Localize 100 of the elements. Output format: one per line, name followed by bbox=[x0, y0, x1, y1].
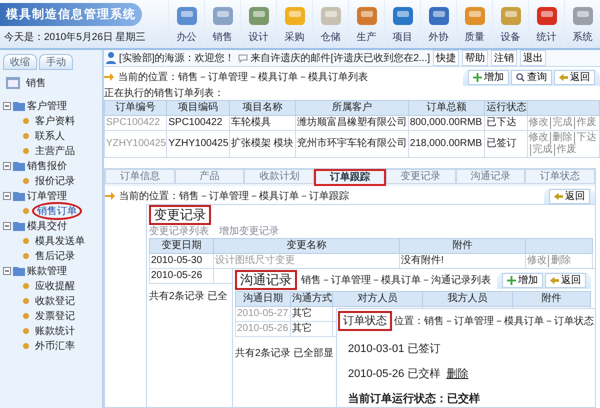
column-header[interactable]: 订单总额 bbox=[408, 100, 485, 116]
tree-item[interactable]: 模具发送单 bbox=[32, 234, 88, 248]
tree-group[interactable]: 账款管理 bbox=[27, 264, 67, 278]
back-button[interactable]: 返回 bbox=[554, 70, 595, 84]
app-icon bbox=[462, 4, 486, 28]
dot-icon bbox=[23, 252, 29, 258]
column-header[interactable]: 附件 bbox=[400, 238, 526, 254]
toolbar-item[interactable]: 办公 bbox=[168, 0, 204, 48]
action-link[interactable]: 删除 bbox=[548, 255, 571, 267]
speech-bubble-icon bbox=[238, 54, 248, 62]
tab[interactable]: 订单跟踪 bbox=[314, 169, 386, 186]
tab[interactable]: 沟通记录 bbox=[456, 169, 526, 184]
tree-item[interactable]: 客户资料 bbox=[32, 114, 78, 128]
table-cell: 2010-05-26 bbox=[150, 268, 214, 284]
welcome-text: [实验部]的海源：欢迎您！ bbox=[119, 52, 235, 65]
tree-item[interactable]: 联系人 bbox=[32, 128, 68, 142]
sidebar-tab[interactable]: 手动 bbox=[39, 54, 73, 70]
toolbar-item[interactable]: 生产 bbox=[348, 0, 384, 48]
tree-group[interactable]: 模具交付 bbox=[27, 218, 67, 232]
column-header[interactable]: 附件 bbox=[512, 292, 590, 306]
tree-item[interactable]: 收款登记 bbox=[32, 294, 78, 308]
sidebar-tab[interactable]: 收缩 bbox=[3, 54, 37, 70]
dot-icon bbox=[23, 312, 29, 318]
tree-item[interactable]: 账款统计 bbox=[32, 324, 78, 338]
link[interactable]: 增加变更记录 bbox=[219, 225, 279, 238]
toolbar-item[interactable]: 质量 bbox=[456, 0, 492, 48]
column-header[interactable]: 订单编号 bbox=[104, 100, 167, 116]
tree-item[interactable]: 主营产品 bbox=[32, 144, 78, 158]
column-header[interactable]: 沟通方式 bbox=[290, 292, 332, 306]
current-status: 当前订单运行状态：已交样 bbox=[348, 392, 480, 406]
column-header[interactable]: 对方人员 bbox=[332, 292, 422, 306]
plus-icon bbox=[473, 72, 482, 82]
tree-group[interactable]: 销售报价 bbox=[27, 158, 67, 172]
table-cell: SPC100422 bbox=[104, 116, 167, 130]
tree-item[interactable]: 销售订单 bbox=[32, 202, 82, 220]
toolbar-item[interactable]: 采购 bbox=[276, 0, 312, 48]
table-cell: 潍坊顺富昌橡塑有限公司 bbox=[296, 116, 408, 130]
column-header[interactable]: 所属客户 bbox=[296, 100, 408, 116]
collapse-icon[interactable] bbox=[3, 266, 11, 274]
tree-item[interactable]: 发票登记 bbox=[32, 308, 78, 322]
toolbar-item[interactable]: 仓储 bbox=[312, 0, 348, 48]
toolbar-item[interactable]: 项目 bbox=[384, 0, 420, 48]
tab[interactable]: 收款计划 bbox=[244, 169, 314, 184]
tab[interactable]: 订单状态 bbox=[525, 169, 596, 184]
tree-item[interactable]: 外币汇率 bbox=[32, 338, 78, 352]
table-cell: 2010-05-27 bbox=[236, 306, 290, 322]
collapse-icon[interactable] bbox=[3, 102, 11, 110]
header-button[interactable]: 退出 bbox=[520, 50, 546, 66]
panel-title: 变更记录 bbox=[149, 205, 211, 225]
column-header[interactable]: 运行状态 bbox=[484, 100, 528, 116]
column-header[interactable]: 项目编码 bbox=[166, 100, 230, 116]
action-link[interactable]: 作废 bbox=[574, 117, 597, 129]
mail-message[interactable]: 来自许遗庆的邮件[许遗庆已收到您在2...] bbox=[250, 51, 430, 65]
action-link[interactable]: 修改 bbox=[527, 255, 547, 267]
tree-item[interactable]: 售后记录 bbox=[32, 248, 78, 262]
plus-icon bbox=[507, 276, 516, 284]
record-count: 共有2条记录 已全部显 bbox=[235, 346, 334, 360]
folder-icon bbox=[13, 220, 25, 230]
action-link[interactable]: 修改 bbox=[528, 132, 549, 144]
action-link[interactable]: 下达 bbox=[574, 132, 597, 144]
toolbar-item[interactable]: 外协 bbox=[420, 0, 456, 48]
back-button[interactable]: 返回 bbox=[549, 188, 590, 204]
tree-group[interactable]: 客户管理 bbox=[27, 98, 67, 112]
tab[interactable]: 产品 bbox=[174, 169, 244, 184]
collapse-icon[interactable] bbox=[3, 162, 11, 170]
column-header[interactable]: 变更名称 bbox=[214, 238, 400, 254]
column-header[interactable]: 沟通日期 bbox=[236, 292, 290, 306]
collapse-icon[interactable] bbox=[3, 222, 11, 230]
folder-icon bbox=[13, 100, 25, 110]
delete-link[interactable]: 删除 bbox=[446, 366, 468, 381]
column-header[interactable]: 项目名称 bbox=[229, 100, 296, 116]
tab[interactable]: 变更记录 bbox=[386, 169, 456, 184]
tab[interactable]: 订单信息 bbox=[105, 169, 175, 184]
add-button[interactable]: 增加 bbox=[502, 272, 543, 288]
toolbar-item[interactable]: 统计 bbox=[528, 0, 564, 48]
header-button[interactable]: 帮助 bbox=[462, 50, 488, 66]
add-button[interactable]: 增加 bbox=[468, 70, 509, 84]
tree-item[interactable]: 报价记录 bbox=[32, 174, 78, 188]
collapse-icon[interactable] bbox=[3, 192, 11, 200]
toolbar-item[interactable]: 设备 bbox=[492, 0, 528, 48]
header-button[interactable]: 注销 bbox=[491, 50, 518, 66]
toolbar-item[interactable]: 销售 bbox=[204, 0, 240, 48]
header-button[interactable]: 快捷 bbox=[433, 50, 460, 66]
table-cell: 2010-05-26 bbox=[236, 322, 290, 336]
action-link[interactable]: 完成 bbox=[550, 117, 573, 129]
column-header[interactable]: 我方人员 bbox=[422, 292, 512, 306]
tree-group[interactable]: 订单管理 bbox=[27, 188, 67, 202]
toolbar-item[interactable]: 设计 bbox=[240, 0, 276, 48]
search-button[interactable]: 查询 bbox=[511, 70, 552, 84]
action-link[interactable]: 完成 bbox=[530, 144, 553, 156]
search-icon bbox=[516, 72, 525, 82]
toolbar-item[interactable]: 系统 bbox=[564, 0, 600, 48]
back-button[interactable]: 返回 bbox=[545, 272, 586, 288]
tree-item[interactable]: 应收提醒 bbox=[32, 278, 78, 292]
column-header[interactable]: 变更日期 bbox=[150, 238, 214, 254]
dot-icon bbox=[23, 298, 29, 304]
action-link[interactable]: 修改 bbox=[528, 117, 549, 129]
action-link[interactable]: 删除 bbox=[550, 132, 573, 144]
table-cell: 其它 bbox=[290, 306, 332, 322]
action-link[interactable]: 作废 bbox=[554, 144, 577, 156]
